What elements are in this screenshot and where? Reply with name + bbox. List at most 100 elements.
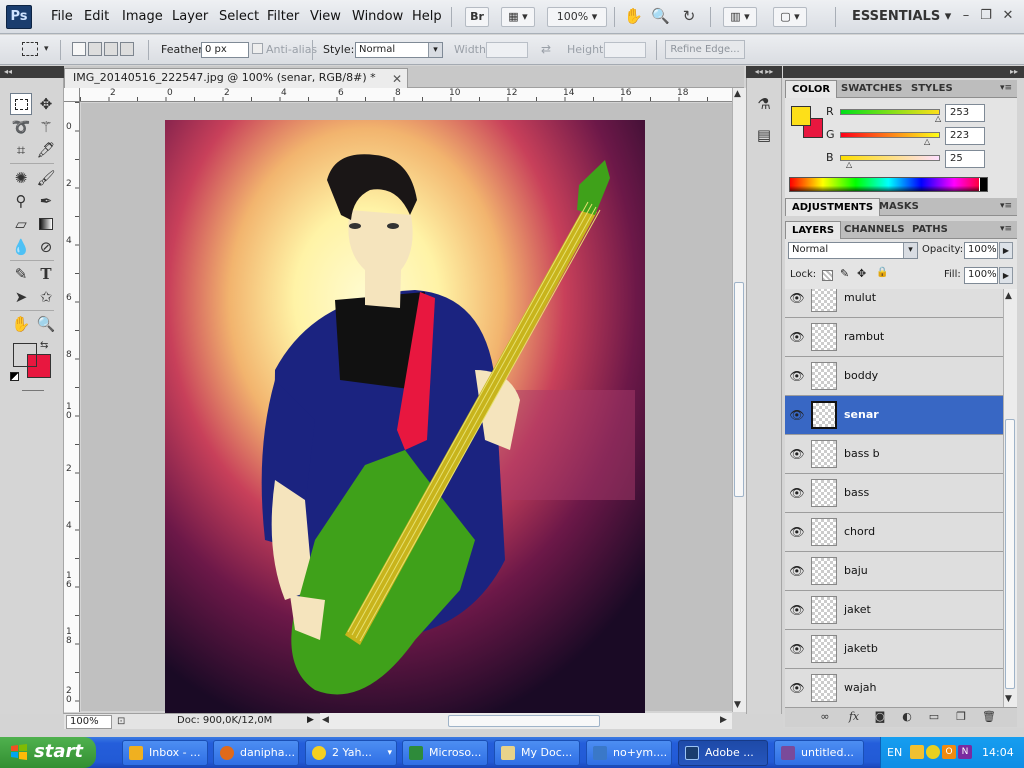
crop-tool-icon[interactable]: ⌗ <box>10 139 32 161</box>
tab-channels[interactable]: CHANNELS <box>838 221 911 239</box>
photoshop-logo[interactable]: Ps <box>6 5 32 29</box>
rectangular-marquee-tool[interactable] <box>10 93 32 115</box>
scroll-up-icon[interactable]: ▲ <box>734 89 741 99</box>
opacity-arrow-icon[interactable]: ▶ <box>999 242 1013 259</box>
hand-tool-icon[interactable]: ✋ <box>624 8 643 24</box>
lock-position-icon[interactable]: ✥ <box>857 267 866 280</box>
layer-row-senar[interactable]: 👁 senar <box>785 396 1003 435</box>
menu-select[interactable]: Select <box>219 9 259 24</box>
tools-collapse-bar[interactable]: ◂◂ <box>0 66 64 78</box>
layer-row-chord[interactable]: 👁 chord <box>785 513 1003 552</box>
blue-slider[interactable] <box>840 155 940 161</box>
add-mask-icon[interactable]: ◙ <box>872 709 888 725</box>
color-spectrum-bar[interactable] <box>789 177 988 192</box>
tab-adjustments[interactable]: ADJUSTMENTS <box>785 198 881 216</box>
history-panel-icon[interactable]: ⚗ <box>753 93 775 115</box>
layers-scroll-thumb[interactable] <box>1005 419 1015 689</box>
mail-tray-icon[interactable]: O <box>942 745 956 759</box>
chevron-down-icon[interactable]: ▾ <box>44 44 49 54</box>
taskbar-item-inbox[interactable]: Inbox - ... <box>122 740 208 766</box>
view-extras-button[interactable]: ▦ ▾ <box>501 7 535 27</box>
color-panel-foreground-swatch[interactable] <box>791 106 811 126</box>
menu-layer[interactable]: Layer <box>172 9 208 24</box>
horizontal-ruler[interactable] <box>80 88 732 102</box>
visibility-eye-icon[interactable]: 👁 <box>789 485 805 501</box>
menu-file[interactable]: File <box>51 9 73 24</box>
close-icon[interactable]: ✕ <box>1000 8 1016 24</box>
trash-icon[interactable]: 🗑 <box>981 709 997 725</box>
style-select[interactable]: Normal ▾ <box>355 42 443 58</box>
default-colors-icon[interactable] <box>10 372 19 381</box>
scroll-right-icon[interactable]: ▶ <box>720 715 727 725</box>
panel-menu-icon[interactable]: ▾≡ <box>1000 83 1012 93</box>
opacity-input[interactable]: 100% <box>964 242 998 259</box>
red-value-input[interactable]: 253 <box>945 104 985 122</box>
layer-row-jaketb[interactable]: 👁 jaketb <box>785 630 1003 669</box>
workspace-switcher[interactable]: ESSENTIALS ▾ <box>852 9 951 24</box>
messenger-tray-icon[interactable] <box>926 745 940 759</box>
taskbar-item-photoshop[interactable]: Adobe ... <box>678 740 768 766</box>
dock-collapse-bar[interactable]: ▸▸ <box>783 66 1024 78</box>
lock-pixels-icon[interactable]: ✎ <box>840 267 849 280</box>
clone-stamp-tool-icon[interactable]: ⚲ <box>10 190 32 212</box>
ruler-origin[interactable] <box>64 88 80 102</box>
zoom-level-dropdown[interactable]: 100% ▾ <box>547 7 607 27</box>
black-white-sample[interactable] <box>979 178 987 191</box>
taskbar-item-excel[interactable]: Microso... <box>402 740 488 766</box>
tab-color[interactable]: COLOR <box>785 80 838 98</box>
spot-healing-tool-icon[interactable]: ✺ <box>10 167 32 189</box>
lock-transparency-icon[interactable] <box>822 270 833 281</box>
menu-window[interactable]: Window <box>352 9 403 24</box>
rotate-view-icon[interactable]: ↻ <box>681 8 697 24</box>
artwork-canvas[interactable] <box>165 120 645 713</box>
panel-menu-icon[interactable]: ▾≡ <box>1000 201 1012 211</box>
layer-row-wajah[interactable]: 👁 wajah <box>785 669 1003 707</box>
swap-icon[interactable]: ⇄ <box>541 42 551 56</box>
screen-mode-button[interactable]: ▢ ▾ <box>773 7 807 27</box>
minimize-icon[interactable]: – <box>958 8 974 24</box>
tab-close-icon[interactable]: ✕ <box>392 72 402 86</box>
horizontal-scroll-thumb[interactable] <box>448 715 600 727</box>
visibility-eye-icon[interactable]: 👁 <box>789 641 805 657</box>
document-tab[interactable]: IMG_20140516_222547.jpg @ 100% (senar, R… <box>64 68 408 88</box>
tab-layers[interactable]: LAYERS <box>785 221 842 239</box>
blend-mode-select[interactable]: Normal ▾ <box>788 242 918 259</box>
tab-paths[interactable]: PATHS <box>906 221 954 239</box>
folder-tray-icon[interactable] <box>910 745 924 759</box>
feather-input[interactable]: 0 px <box>201 42 249 58</box>
scroll-up-icon[interactable]: ▲ <box>1005 291 1012 301</box>
visibility-eye-icon[interactable]: 👁 <box>789 407 805 423</box>
swap-colors-icon[interactable]: ⇆ <box>40 340 48 351</box>
layer-style-icon[interactable]: fx <box>846 709 862 725</box>
visibility-eye-icon[interactable]: 👁 <box>789 290 805 306</box>
green-slider-handle-icon[interactable]: △ <box>924 137 930 146</box>
scroll-left-icon[interactable]: ◀ <box>322 715 329 725</box>
tab-masks[interactable]: MASKS <box>873 198 925 216</box>
visibility-eye-icon[interactable]: 👁 <box>789 368 805 384</box>
tab-swatches[interactable]: SWATCHES <box>835 80 908 98</box>
visibility-eye-icon[interactable]: 👁 <box>789 602 805 618</box>
bridge-button[interactable]: Br <box>465 7 489 27</box>
green-value-input[interactable]: 223 <box>945 127 985 145</box>
zoom-tool-icon[interactable]: 🔍 <box>651 8 670 24</box>
blue-value-input[interactable]: 25 <box>945 150 985 168</box>
magic-wand-tool-icon[interactable]: ⚚ <box>35 116 57 138</box>
link-layers-icon[interactable]: ∞ <box>817 709 833 725</box>
restore-icon[interactable]: ❐ <box>978 8 994 24</box>
visibility-eye-icon[interactable]: 👁 <box>789 446 805 462</box>
tab-styles[interactable]: STYLES <box>905 80 959 98</box>
layer-row-bass[interactable]: 👁 bass <box>785 474 1003 513</box>
status-menu-arrow-icon[interactable]: ▶ <box>307 715 314 725</box>
history-brush-tool-icon[interactable]: ✒ <box>35 190 57 212</box>
custom-shape-tool-icon[interactable]: ✩ <box>35 286 57 308</box>
menu-view[interactable]: View <box>310 9 341 24</box>
dodge-tool-icon[interactable]: ⊘ <box>35 236 57 258</box>
onenote-tray-icon[interactable]: N <box>958 745 972 759</box>
marquee-preset-icon[interactable] <box>22 42 38 56</box>
arrange-documents-button[interactable]: ▥ ▾ <box>723 7 757 27</box>
new-layer-icon[interactable]: ❐ <box>953 709 969 725</box>
pen-tool-icon[interactable]: ✎ <box>10 263 32 285</box>
layer-row-jaket[interactable]: 👁 jaket <box>785 591 1003 630</box>
foreground-color-swatch[interactable] <box>13 343 37 367</box>
fill-arrow-icon[interactable]: ▶ <box>999 267 1013 284</box>
